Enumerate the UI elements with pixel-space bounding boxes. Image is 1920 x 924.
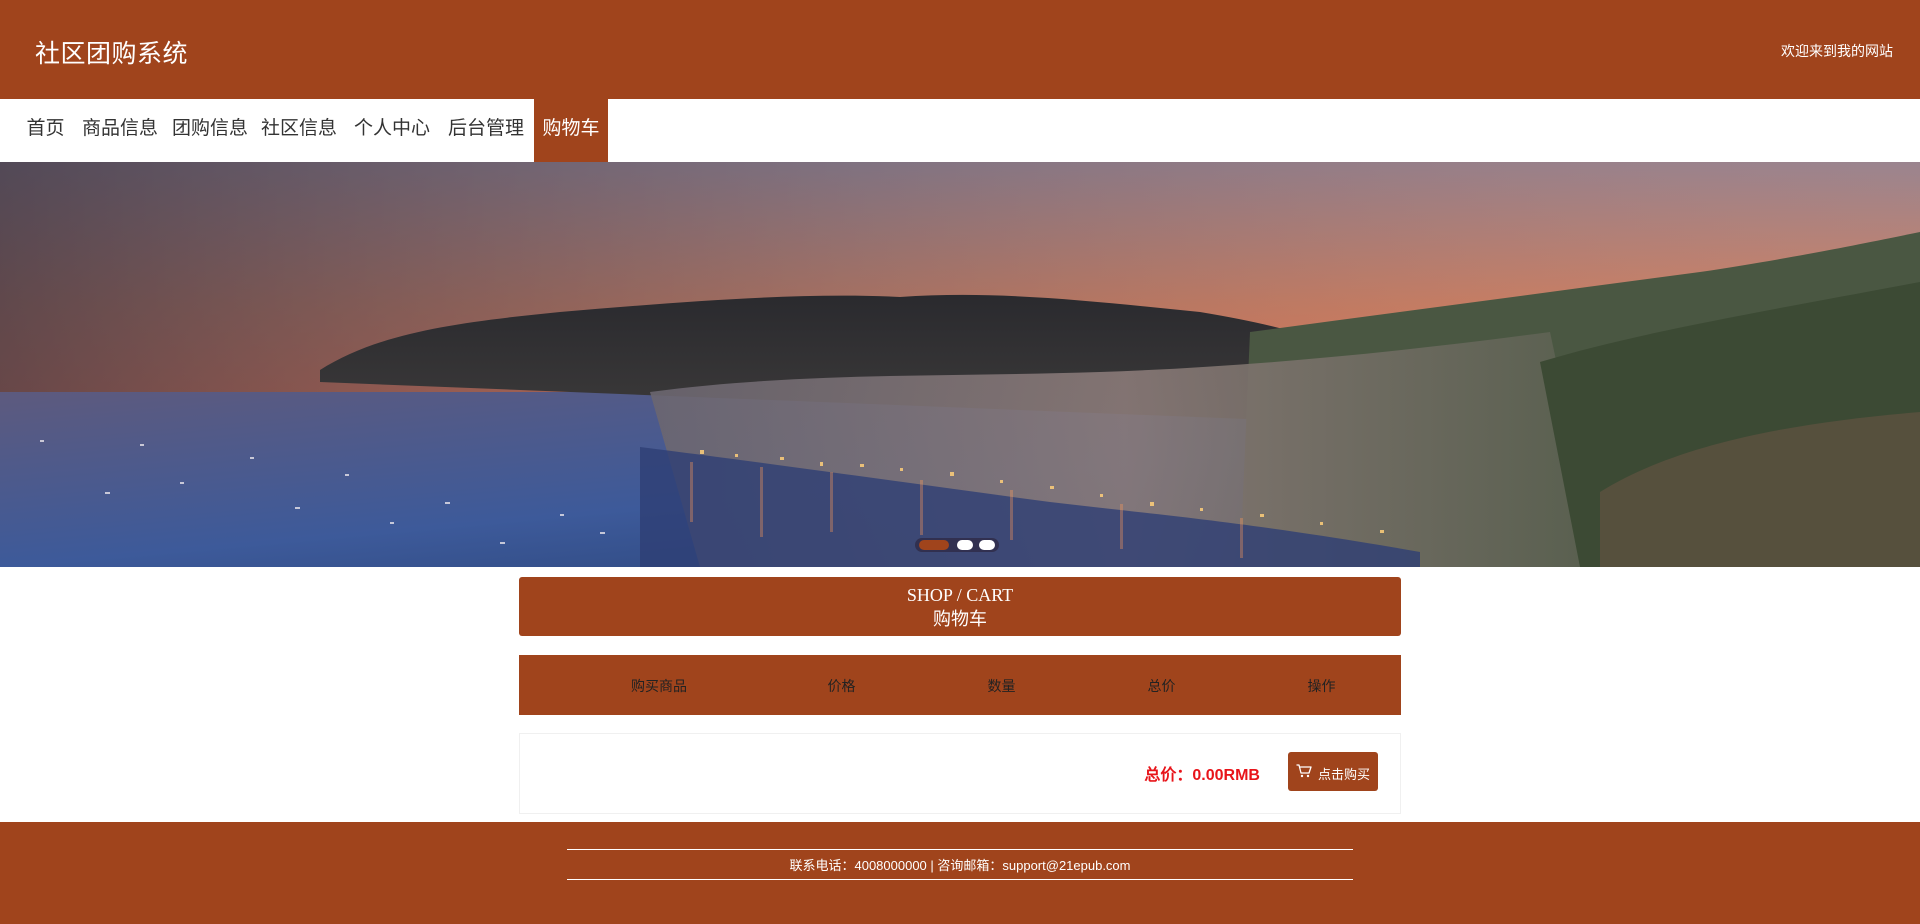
buy-button[interactable]: 点击购买 <box>1288 752 1378 791</box>
main-nav: 首页 商品信息 团购信息 社区信息 个人中心 后台管理 购物车 <box>0 99 1920 162</box>
column-header-actions: 操作 <box>1307 678 1336 694</box>
column-header-price: 价格 <box>827 678 856 694</box>
shopping-cart-icon <box>1296 764 1312 778</box>
footer-contact: 联系电话：4008000000 | 咨询邮箱：support@21epub.co… <box>789 858 1131 873</box>
cart-table-header: 购买商品 价格 数量 总价 操作 <box>519 655 1401 715</box>
column-header-product: 购买商品 <box>631 678 687 694</box>
hero-banner-image <box>0 162 1920 567</box>
column-header-quantity: 数量 <box>987 678 1016 694</box>
footer-divider-top <box>567 849 1353 850</box>
welcome-text: 欢迎来到我的网站 <box>1781 43 1893 59</box>
carousel-dot-1[interactable] <box>919 540 949 550</box>
buy-button-label: 点击购买 <box>1318 767 1371 782</box>
site-title: 社区团购系统 <box>35 40 189 68</box>
site-header: 社区团购系统 欢迎来到我的网站 <box>0 0 1920 99</box>
coastal-town-sunset-image <box>0 162 1920 567</box>
nav-item-home[interactable]: 首页 <box>18 99 73 162</box>
nav-item-profile[interactable]: 个人中心 <box>352 99 432 162</box>
carousel-dot-3[interactable] <box>979 540 995 550</box>
nav-item-products[interactable]: 商品信息 <box>80 99 160 162</box>
nav-item-community[interactable]: 社区信息 <box>259 99 339 162</box>
nav-item-admin[interactable]: 后台管理 <box>446 99 526 162</box>
total-price: 总价：0.00RMB <box>1144 767 1260 784</box>
site-footer: 联系电话：4008000000 | 咨询邮箱：support@21epub.co… <box>0 822 1920 924</box>
footer-divider-bottom <box>567 879 1353 880</box>
carousel-indicators <box>915 538 999 552</box>
cart-section-header: SHOP / CART 购物车 <box>519 577 1401 636</box>
cart-title-cn: 购物车 <box>933 609 987 629</box>
nav-item-cart[interactable]: 购物车 <box>534 99 608 162</box>
cart-summary: 总价：0.00RMB 点击购买 <box>519 733 1401 814</box>
cart-title-en: SHOP / CART <box>906 585 1014 605</box>
column-header-total: 总价 <box>1147 678 1176 694</box>
nav-item-group-buy[interactable]: 团购信息 <box>170 99 250 162</box>
carousel-dot-2[interactable] <box>957 540 973 550</box>
